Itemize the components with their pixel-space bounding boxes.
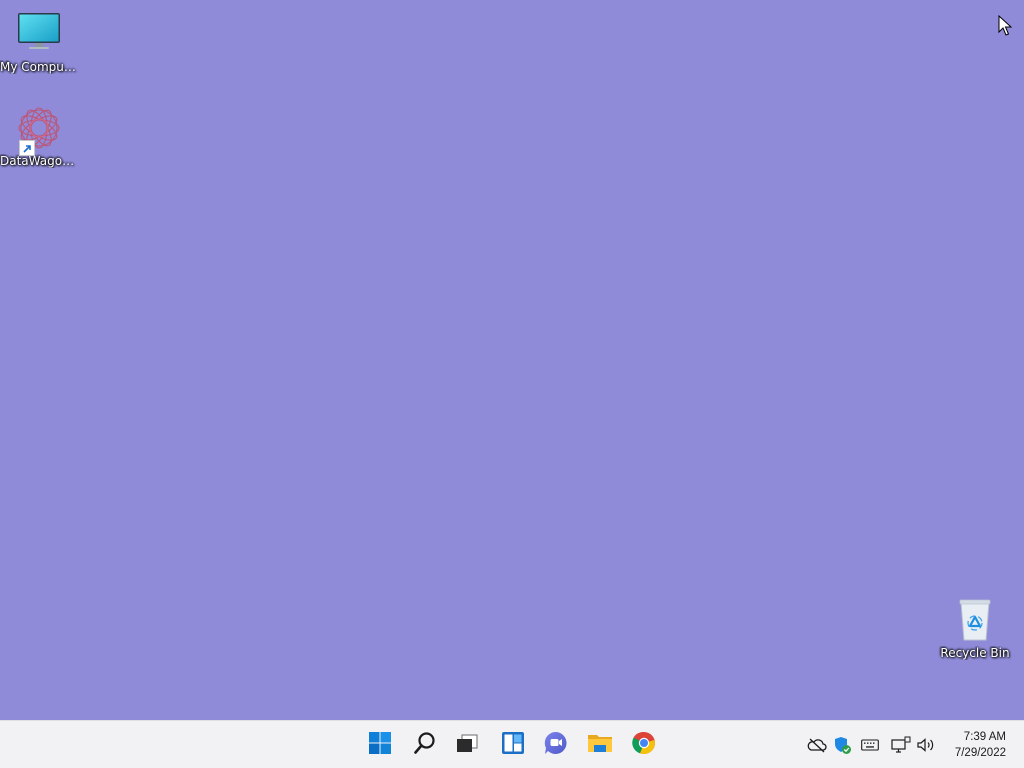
- desktop-icon-my-computer[interactable]: My Computer: [0, 10, 78, 74]
- folder-icon: [587, 731, 613, 759]
- start-button[interactable]: [362, 727, 398, 763]
- chat-icon: [543, 730, 569, 760]
- desktop-icon-label: Recycle Bin: [940, 646, 1010, 660]
- desktop-background[interactable]: My Computer DataWagon... Recycle Bin: [0, 0, 1024, 720]
- mouse-cursor-icon: [998, 14, 1013, 41]
- widgets-icon: [501, 731, 525, 759]
- volume-icon[interactable]: [916, 735, 936, 755]
- shortcut-arrow-icon: [19, 140, 35, 156]
- taskbar: 7:39 AM 7/29/2022: [0, 720, 1024, 768]
- monitor-icon: [15, 10, 63, 58]
- search-button[interactable]: [407, 727, 443, 763]
- chrome-icon: [632, 731, 656, 759]
- keyboard-icon[interactable]: [860, 735, 880, 755]
- desktop-icon-label: DataWagon...: [0, 154, 78, 168]
- taskbar-clock[interactable]: 7:39 AM 7/29/2022: [955, 729, 1006, 761]
- clock-time: 7:39 AM: [963, 731, 1006, 743]
- datawagon-shortcut-icon: [15, 104, 63, 156]
- onedrive-offline-icon[interactable]: [807, 735, 827, 755]
- chrome-button[interactable]: [626, 727, 662, 763]
- desktop-icon-recycle-bin[interactable]: Recycle Bin: [936, 596, 1014, 660]
- clock-date: 7/29/2022: [954, 747, 1006, 759]
- widgets-button[interactable]: [495, 727, 531, 763]
- search-icon: [413, 731, 437, 759]
- task-view-button[interactable]: [449, 727, 485, 763]
- windows-security-icon[interactable]: [832, 735, 852, 755]
- chat-button[interactable]: [538, 727, 574, 763]
- desktop-icon-label: My Computer: [0, 60, 78, 74]
- desktop-icon-datawagon[interactable]: DataWagon...: [0, 104, 78, 168]
- file-explorer-button[interactable]: [582, 727, 618, 763]
- task-view-icon: [455, 731, 479, 759]
- windows-start-icon: [368, 731, 392, 759]
- recycle-bin-icon: [951, 596, 999, 644]
- network-icon[interactable]: [891, 735, 911, 755]
